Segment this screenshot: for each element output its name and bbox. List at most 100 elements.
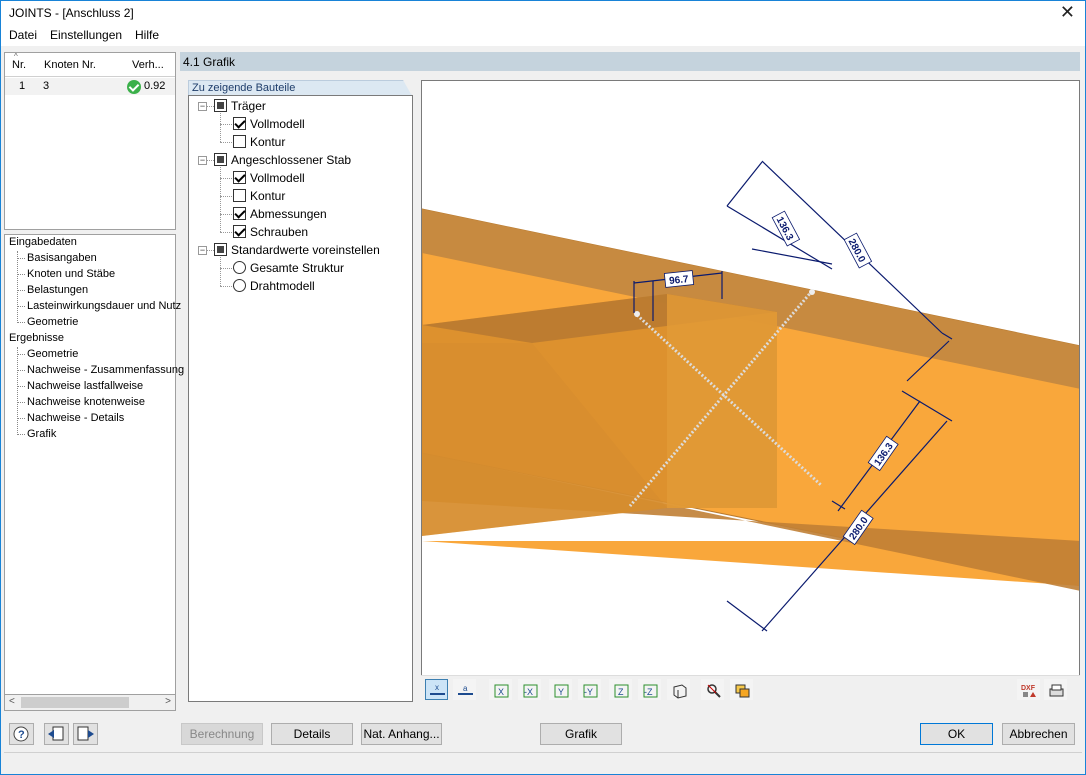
joint-3d-model[interactable]: 96.7 136.3 280.0 136.3 280.0 (422, 81, 1080, 702)
stab-checkbox[interactable] (214, 153, 227, 166)
iso-view-icon[interactable] (667, 679, 690, 700)
dim-label-top: 96.7 (669, 274, 690, 287)
scroll-left-icon[interactable]: < (9, 696, 15, 707)
dxf-label: DXF (1021, 685, 1036, 692)
cell-nr: 1 (19, 80, 26, 92)
tree-tab: Zu zeigende Bauteile (188, 80, 412, 96)
grafik-button[interactable]: Grafik (540, 723, 622, 745)
table-header: ^ Nr. Knoten Nr. Verh... (5, 52, 175, 77)
tree-tab-label: Zu zeigende Bauteile (192, 82, 296, 94)
cell-verh: 0.92 (144, 80, 166, 92)
view-x-axis-icon[interactable]: X (489, 679, 512, 700)
svg-text:x: x (435, 683, 439, 692)
view-neg-y-icon[interactable]: -Y (578, 679, 601, 700)
zoom-reset-icon[interactable] (701, 679, 724, 700)
svg-text:-Z: -Z (644, 687, 653, 697)
dxf-export-icon[interactable]: DXF (1017, 679, 1040, 700)
abbrechen-button[interactable]: Abbrechen (1002, 723, 1075, 745)
nav-item-geometrie-input[interactable]: Geometrie (27, 316, 78, 328)
svg-text:?: ? (18, 729, 25, 741)
view-a-icon[interactable]: a (453, 679, 476, 700)
collapse-icon[interactable]: − (198, 156, 207, 165)
stab-schrauben-checkbox[interactable] (233, 225, 246, 238)
nav-item-grafik[interactable]: Grafik (27, 428, 56, 440)
tree-standard: Standardwerte voreinstellen (231, 243, 380, 257)
ok-button[interactable]: OK (920, 723, 993, 745)
render-options-icon[interactable] (730, 679, 753, 700)
nav-item-knoten-staebe[interactable]: Knoten und Stäbe (27, 268, 115, 280)
status-bar (4, 752, 1082, 772)
traeger-checkbox[interactable] (214, 99, 227, 112)
nav-item-details[interactable]: Nachweise - Details (27, 412, 124, 424)
col-nr[interactable]: Nr. (12, 59, 26, 71)
stab-abmessungen-checkbox[interactable] (233, 207, 246, 220)
graphic-toolbar: x a X -X Y -Y Z -Z DXF (421, 675, 1080, 702)
nav-group-ergebnisse[interactable]: Ergebnisse (9, 332, 64, 344)
svg-text:X: X (498, 687, 504, 697)
menu-hilfe[interactable]: Hilfe (135, 28, 159, 42)
window-title: JOINTS - [Anschluss 2] (9, 6, 134, 20)
nav-item-basisangaben[interactable]: Basisangaben (27, 252, 97, 264)
stab-vollmodell-checkbox[interactable] (233, 171, 246, 184)
view-z-icon[interactable]: Z (609, 679, 632, 700)
component-tree: − Träger Vollmodell Kontur − Angeschloss… (188, 95, 413, 702)
nav-item-lastfallweise[interactable]: Nachweise lastfallweise (27, 380, 143, 392)
tree-traeger: Träger (231, 99, 266, 113)
nav-scrollbar[interactable]: < > (4, 694, 176, 711)
gesamte-struktur-radio[interactable] (233, 261, 246, 274)
title-bar: JOINTS - [Anschluss 2] ✕ (0, 0, 1086, 25)
details-button[interactable]: Details (271, 723, 353, 745)
svg-text:-X: -X (524, 687, 533, 697)
nav-item-zusammenfassung[interactable]: Nachweise - Zusammenfassung (27, 364, 184, 376)
close-icon[interactable]: ✕ (1060, 3, 1075, 21)
menu-datei[interactable]: Datei (9, 28, 37, 42)
navigator-tree: Eingabedaten Basisangaben Knoten und Stä… (4, 234, 184, 710)
nav-item-lasteinwirkungsdauer[interactable]: Lasteinwirkungsdauer und Nutz (27, 300, 181, 312)
export-button[interactable] (73, 723, 98, 745)
col-knoten[interactable]: Knoten Nr. (44, 59, 96, 71)
stab-kontur-checkbox[interactable] (233, 189, 246, 202)
col-verh[interactable]: Verh... (132, 59, 164, 71)
traeger-kontur-checkbox[interactable] (233, 135, 246, 148)
nav-item-geometrie[interactable]: Geometrie (27, 348, 78, 360)
import-icon (48, 726, 64, 741)
tree-stab-abmessungen: Abmessungen (250, 207, 327, 221)
tree-traeger-vollmodell: Vollmodell (250, 117, 305, 131)
nav-group-eingabedaten[interactable]: Eingabedaten (9, 236, 77, 248)
graphic-view[interactable]: 96.7 136.3 280.0 136.3 280.0 (421, 80, 1080, 702)
berechnung-button[interactable]: Berechnung (181, 723, 263, 745)
menu-bar: Datei Einstellungen Hilfe (0, 25, 1086, 46)
view-y-icon[interactable]: Y (549, 679, 572, 700)
view-neg-x-icon[interactable]: -X (518, 679, 541, 700)
export-icon (77, 726, 94, 741)
tree-stab-vollmodell: Vollmodell (250, 171, 305, 185)
scroll-thumb[interactable] (21, 697, 129, 708)
svg-text:Y: Y (558, 687, 564, 697)
import-button[interactable] (44, 723, 69, 745)
section-title: 4.1 Grafik (183, 55, 236, 69)
collapse-icon[interactable]: − (198, 102, 207, 111)
nav-item-belastungen[interactable]: Belastungen (27, 284, 88, 296)
ok-check-icon (127, 80, 141, 94)
tree-stab: Angeschlossener Stab (231, 153, 352, 167)
cell-knoten: 3 (43, 80, 50, 92)
scroll-right-icon[interactable]: > (165, 696, 171, 707)
table-row[interactable]: 1 3 0.92 (5, 78, 175, 95)
nav-item-knotenweise[interactable]: Nachweise knotenweise (27, 396, 145, 408)
view-neg-z-icon[interactable]: -Z (638, 679, 661, 700)
help-button[interactable]: ? (9, 723, 34, 745)
tree-stab-schrauben: Schrauben (250, 225, 309, 239)
tree-gesamte-struktur: Gesamte Struktur (250, 261, 345, 275)
menu-einstellungen[interactable]: Einstellungen (50, 28, 122, 42)
collapse-icon[interactable]: − (198, 246, 207, 255)
traeger-vollmodell-checkbox[interactable] (233, 117, 246, 130)
print-icon[interactable] (1044, 679, 1067, 700)
nat-anhang-button[interactable]: Nat. Anhang... (361, 723, 442, 745)
drahtmodell-radio[interactable] (233, 279, 246, 292)
view-x-icon[interactable]: x (425, 679, 448, 700)
results-table: ^ Nr. Knoten Nr. Verh... 1 3 0.92 (4, 52, 176, 230)
svg-text:a: a (463, 684, 468, 693)
help-icon: ? (13, 726, 29, 742)
section-header: 4.1 Grafik (180, 52, 1080, 71)
standard-checkbox[interactable] (214, 243, 227, 256)
